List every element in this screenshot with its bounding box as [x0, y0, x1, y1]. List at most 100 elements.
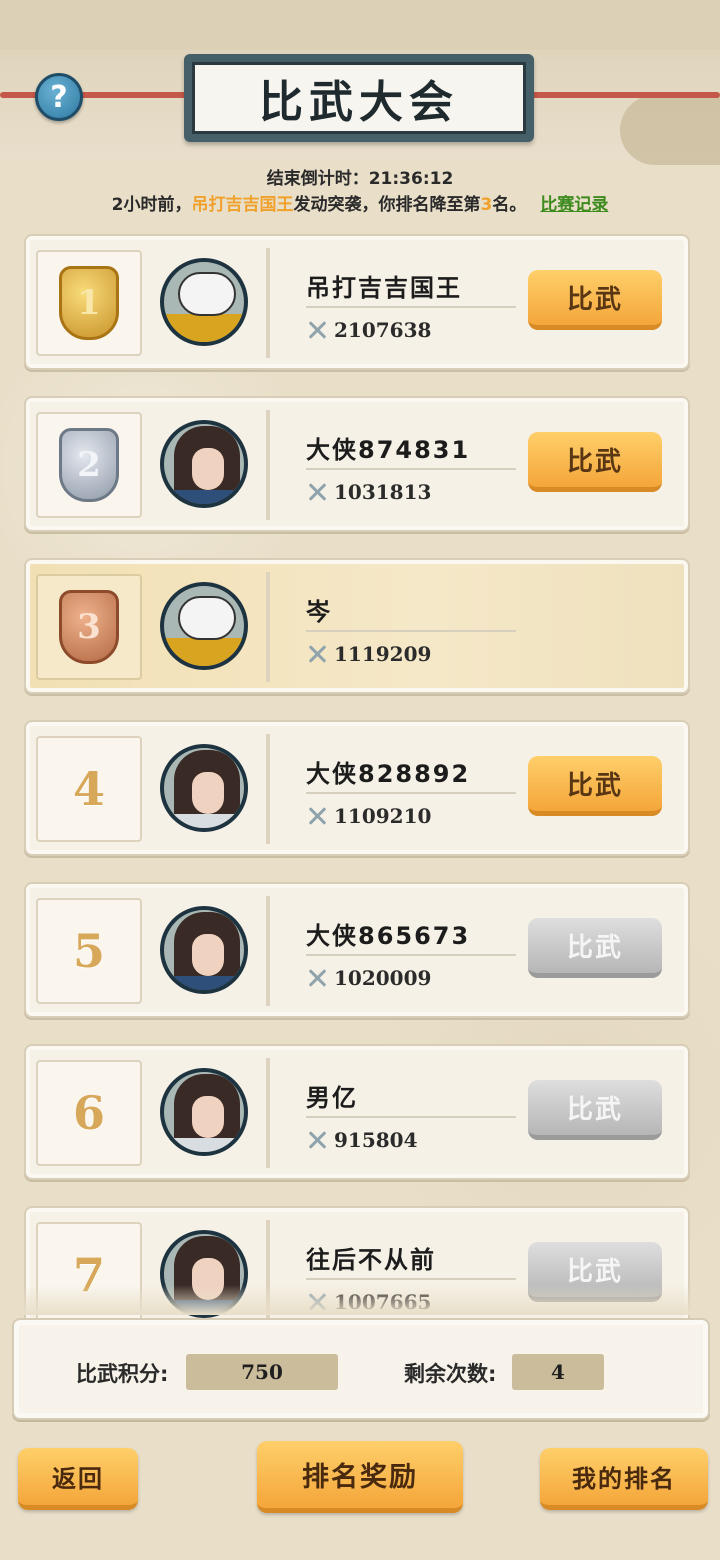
avatar[interactable] [160, 420, 248, 508]
robe [174, 814, 242, 828]
bronze-medal-icon: 3 [59, 590, 119, 664]
divider [306, 954, 516, 956]
notice-prefix: 2小时前， [111, 195, 192, 215]
face [192, 772, 224, 814]
divider [306, 1278, 516, 1280]
challenge-button[interactable]: 比武 [528, 1080, 662, 1140]
cloud-decoration [620, 95, 720, 165]
combat-power-value: 1109210 [334, 804, 432, 828]
page-title: 比武大会 [259, 77, 459, 128]
help-button[interactable]: ? [35, 73, 83, 121]
countdown-text: 结束倒计时：21:36:12 [266, 169, 454, 189]
stats-panel: 比武积分: 750 剩余次数: 4 [12, 1318, 710, 1420]
scarf [164, 314, 244, 342]
avatar[interactable] [160, 582, 248, 670]
rank-badge: 1 [36, 250, 142, 356]
scarf [164, 638, 244, 666]
challenge-button[interactable]: 比武 [528, 432, 662, 492]
combat-power: 915804 [306, 1128, 418, 1152]
gold-medal-icon: 1 [59, 266, 119, 340]
challenge-button[interactable]: 比武 [528, 270, 662, 330]
top-band [0, 0, 720, 50]
match-record-link[interactable]: 比赛记录 [540, 195, 608, 215]
crossed-swords-icon [306, 481, 328, 503]
rank-number: 4 [72, 762, 105, 816]
combat-power-value: 1031813 [334, 480, 432, 504]
divider [306, 468, 516, 470]
silver-medal-icon: 2 [59, 428, 119, 502]
notice-suffix: 名。 [492, 195, 527, 215]
face [192, 934, 224, 976]
points-label: 比武积分: [76, 1362, 169, 1386]
rank-badge: 5 [36, 898, 142, 1004]
player-name: 大侠874831 [306, 436, 471, 464]
challenge-button[interactable]: 比武 [528, 918, 662, 978]
avatar[interactable] [160, 744, 248, 832]
crossed-swords-icon [306, 967, 328, 989]
avatar[interactable] [160, 258, 248, 346]
combat-power: 1020009 [306, 966, 431, 990]
avatar[interactable] [160, 906, 248, 994]
combat-power: 1031813 [306, 480, 431, 504]
combat-power-value: 1020009 [334, 966, 432, 990]
question-mark-icon: ? [50, 79, 68, 115]
crossed-swords-icon [306, 643, 328, 665]
combat-power-value: 2107638 [334, 318, 432, 342]
title-plaque: 比武大会 [184, 54, 534, 142]
notice-middle: 发动突袭，你排名降至第 [293, 195, 481, 215]
robe [174, 490, 242, 504]
crossed-swords-icon [306, 805, 328, 827]
crossed-swords-icon [306, 319, 328, 341]
player-name: 岑 [306, 598, 332, 626]
divider [306, 306, 516, 308]
panda-face [178, 596, 236, 640]
remaining-value: 4 [512, 1354, 604, 1390]
rank-badge: 3 [36, 574, 142, 680]
ranking-card: 1 吊打吉吉国王 2107638 比武 [24, 234, 690, 370]
rank-badge: 6 [36, 1060, 142, 1166]
ranking-card: 2 大侠874831 1031813 比武 [24, 396, 690, 532]
rank-badge: 4 [36, 736, 142, 842]
ranking-card: 3 岑 1119209 [24, 558, 690, 694]
rope-left [0, 92, 195, 98]
combat-power-value: 915804 [334, 1128, 418, 1152]
panda-face [178, 272, 236, 316]
divider [306, 1116, 516, 1118]
face [192, 448, 224, 490]
rank-number: 6 [72, 1086, 105, 1140]
combat-power: 1119209 [306, 642, 431, 666]
my-ranking-button[interactable]: 我的排名 [540, 1448, 708, 1510]
back-button[interactable]: 返回 [18, 1448, 138, 1510]
attack-notice: 2小时前，吊打吉吉国王发动突袭，你排名降至第3名。 比赛记录 [0, 190, 720, 215]
attacker-name: 吊打吉吉国王 [191, 195, 294, 215]
rank-number: 5 [72, 924, 105, 978]
player-name: 吊打吉吉国王 [306, 274, 462, 302]
player-name: 往后不从前 [306, 1246, 436, 1274]
ranking-rewards-button[interactable]: 排名奖励 [257, 1441, 463, 1513]
points-value: 750 [186, 1354, 338, 1390]
rank-badge: 2 [36, 412, 142, 518]
list-fade [0, 1285, 720, 1315]
challenge-button[interactable]: 比武 [528, 756, 662, 816]
title-frame: 比武大会 [192, 62, 526, 134]
divider [306, 792, 516, 794]
player-info: 岑 1119209 [266, 572, 676, 682]
ranking-card: 4 大侠828892 1109210 比武 [24, 720, 690, 856]
divider [306, 630, 516, 632]
remaining-label: 剩余次数: [404, 1362, 497, 1386]
robe [174, 1138, 242, 1152]
combat-power: 2107638 [306, 318, 431, 342]
avatar[interactable] [160, 1068, 248, 1156]
combat-power: 1109210 [306, 804, 431, 828]
player-name: 大侠828892 [306, 760, 471, 788]
rope-right [520, 92, 720, 98]
notice-rank: 3 [480, 195, 493, 215]
ranking-card: 5 大侠865673 1020009 比武 [24, 882, 690, 1018]
player-name: 男亿 [306, 1084, 358, 1112]
ranking-card: 6 男亿 915804 比武 [24, 1044, 690, 1180]
player-name: 大侠865673 [306, 922, 471, 950]
combat-power-value: 1119209 [334, 642, 432, 666]
crossed-swords-icon [306, 1129, 328, 1151]
robe [174, 976, 242, 990]
face [192, 1096, 224, 1138]
